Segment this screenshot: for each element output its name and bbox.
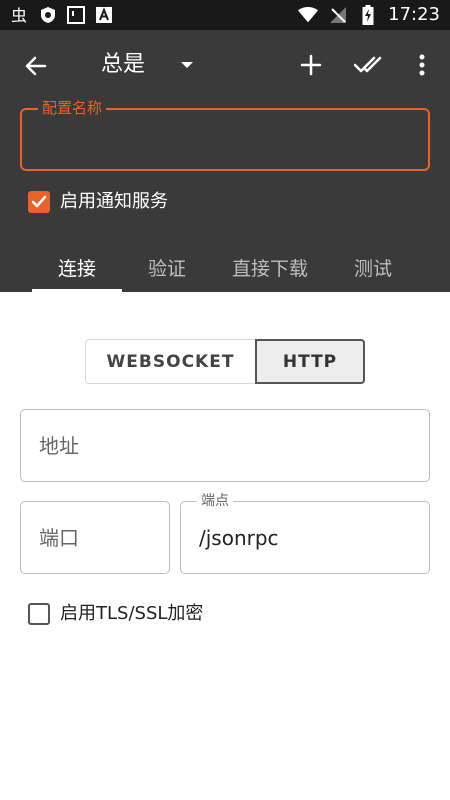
endpoint-field[interactable]: 端点: [180, 492, 430, 574]
wifi-icon: [298, 4, 319, 26]
title-dropdown-button[interactable]: [174, 52, 200, 78]
notification-label: 启用通知服务: [60, 191, 168, 212]
toolbar: 总是: [0, 30, 450, 100]
tab-indicator: [32, 289, 122, 292]
double-check-icon: [354, 56, 382, 73]
svg-text:虫: 虫: [11, 6, 27, 25]
status-bar: 虫 17:23: [0, 0, 450, 30]
app-header: 总是 配置名称 启用通知服务 连接 验证 直接下载 测试: [0, 30, 450, 292]
notification-toggle-row[interactable]: 启用通知服务: [28, 190, 168, 214]
more-vertical-icon: [419, 54, 425, 76]
profile-name-label: 配置名称: [38, 98, 107, 118]
more-options-button[interactable]: [410, 48, 434, 82]
back-button[interactable]: [18, 48, 54, 84]
app-badge-icon: 虫: [10, 4, 30, 26]
connection-mode-toggle: WEBSOCKET HTTP: [85, 339, 365, 384]
square-icon: [66, 4, 86, 26]
address-field[interactable]: [20, 409, 430, 482]
endpoint-input[interactable]: [199, 502, 417, 573]
status-time: 17:23: [388, 4, 440, 25]
port-input[interactable]: [39, 502, 157, 573]
profile-name-input[interactable]: [34, 124, 414, 158]
profile-name-field[interactable]: 配置名称: [20, 98, 430, 171]
shield-icon: [38, 4, 58, 26]
http-button[interactable]: HTTP: [255, 339, 365, 384]
no-signal-icon: [328, 4, 348, 26]
tab-direct-download[interactable]: 直接下载: [218, 242, 322, 292]
tls-toggle-row[interactable]: 启用TLS/SSL加密: [28, 602, 203, 626]
check-icon: [31, 195, 47, 208]
arrow-left-icon: [25, 56, 47, 76]
plus-icon: [300, 54, 322, 76]
port-field[interactable]: [20, 501, 170, 574]
tab-connection[interactable]: 连接: [32, 242, 122, 292]
font-icon: [94, 4, 114, 26]
done-button[interactable]: [352, 48, 388, 82]
notification-checkbox[interactable]: [28, 191, 50, 213]
tls-label: 启用TLS/SSL加密: [60, 603, 204, 624]
page-title[interactable]: 总是: [101, 50, 145, 80]
tab-test[interactable]: 测试: [336, 242, 410, 292]
tab-bar: 连接 验证 直接下载 测试: [0, 242, 450, 292]
battery-charging-icon: [358, 4, 378, 26]
tls-checkbox[interactable]: [28, 603, 50, 625]
add-button[interactable]: [294, 48, 328, 82]
websocket-button[interactable]: WEBSOCKET: [85, 339, 255, 384]
address-input[interactable]: [39, 410, 417, 481]
tab-authentication[interactable]: 验证: [130, 242, 204, 292]
caret-down-icon: [181, 62, 193, 68]
